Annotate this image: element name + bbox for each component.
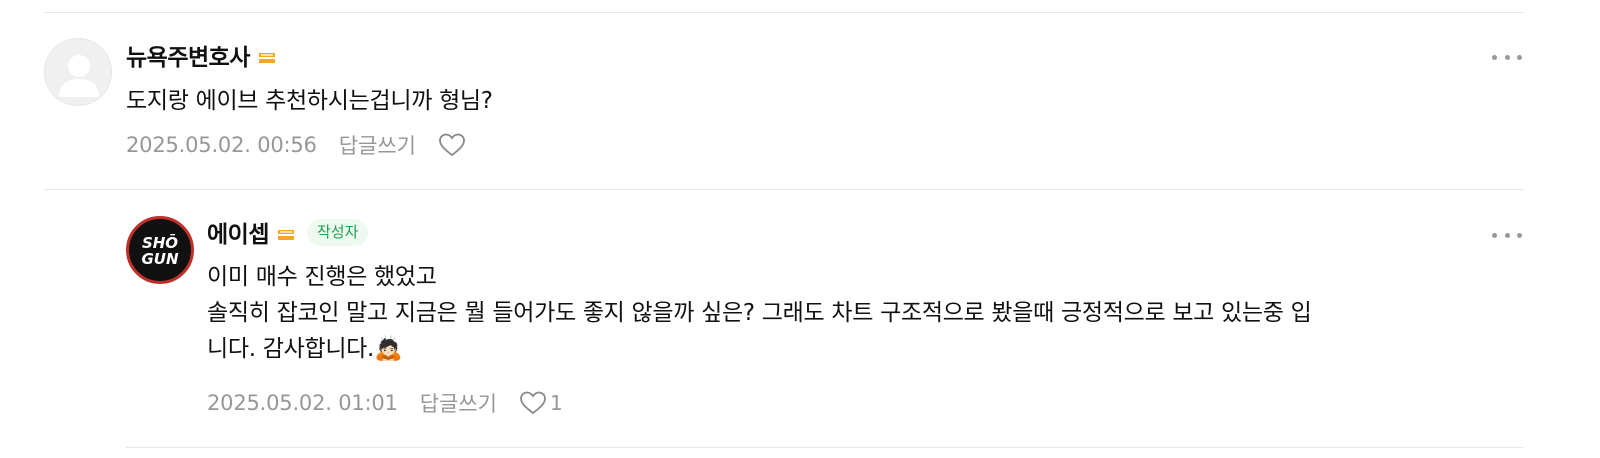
nickname[interactable]: 에이셉 — [207, 215, 269, 249]
dot — [1492, 232, 1497, 238]
reply-button[interactable]: 답글쓰기 — [420, 388, 497, 418]
avatar-logo-text-bottom: GUN — [141, 250, 178, 268]
like-button[interactable]: 1 — [519, 390, 563, 416]
top-divider — [44, 12, 1524, 13]
level-badge-icon — [277, 230, 294, 240]
like-button[interactable] — [438, 132, 466, 158]
dot — [1504, 54, 1510, 60]
comment-text-line: 도지랑 에이브 추천하시는겁니까 형님? — [126, 88, 493, 114]
like-count: 1 — [550, 391, 563, 415]
avatar[interactable]: SHŌ GUN — [126, 216, 194, 284]
comment-meta: 2025.05.02. 01:01 답글쓰기 1 — [207, 388, 563, 418]
comment-text: 이미 매수 진행은 했었고 솔직히 잡코인 말고 지금은 뭘 들어가도 좋지 않… — [207, 259, 1312, 367]
avatar[interactable] — [44, 38, 112, 106]
nickname-row: 에이셉 작성자 — [207, 215, 369, 249]
author-badge: 작성자 — [306, 218, 369, 246]
comment-date: 2025.05.02. 01:01 — [207, 391, 398, 415]
default-user-icon — [59, 55, 99, 97]
more-options-button[interactable] — [1492, 47, 1522, 67]
comment-divider — [44, 189, 1524, 190]
comment-date: 2025.05.02. 00:56 — [126, 133, 317, 157]
comment-text: 도지랑 에이브 추천하시는겁니까 형님? — [126, 83, 493, 119]
shogun-logo-icon: SHŌ GUN — [141, 232, 178, 268]
reply-button[interactable]: 답글쓰기 — [339, 130, 416, 160]
dot — [1492, 54, 1497, 60]
comment-text-line: 니다. 감사합니다.🙇🏻 — [207, 336, 403, 362]
comment-text-line: 솔직히 잡코인 말고 지금은 뭘 들어가도 좋지 않을까 싶은? 그래도 차트 … — [207, 300, 1312, 326]
heart-icon — [439, 133, 465, 157]
nickname[interactable]: 뉴욕주변호사 — [126, 38, 250, 72]
bottom-divider — [126, 447, 1524, 448]
more-options-button[interactable] — [1492, 225, 1522, 245]
dot — [1504, 232, 1510, 238]
dot — [1517, 232, 1522, 238]
avatar-logo-text-top: SHŌ — [142, 232, 178, 252]
heart-icon — [520, 391, 546, 415]
dot — [1517, 54, 1522, 60]
comment-meta: 2025.05.02. 00:56 답글쓰기 — [126, 130, 466, 160]
comment-text-line: 이미 매수 진행은 했었고 — [207, 264, 437, 290]
nickname-row: 뉴욕주변호사 — [126, 38, 276, 72]
level-badge-icon — [258, 53, 275, 63]
